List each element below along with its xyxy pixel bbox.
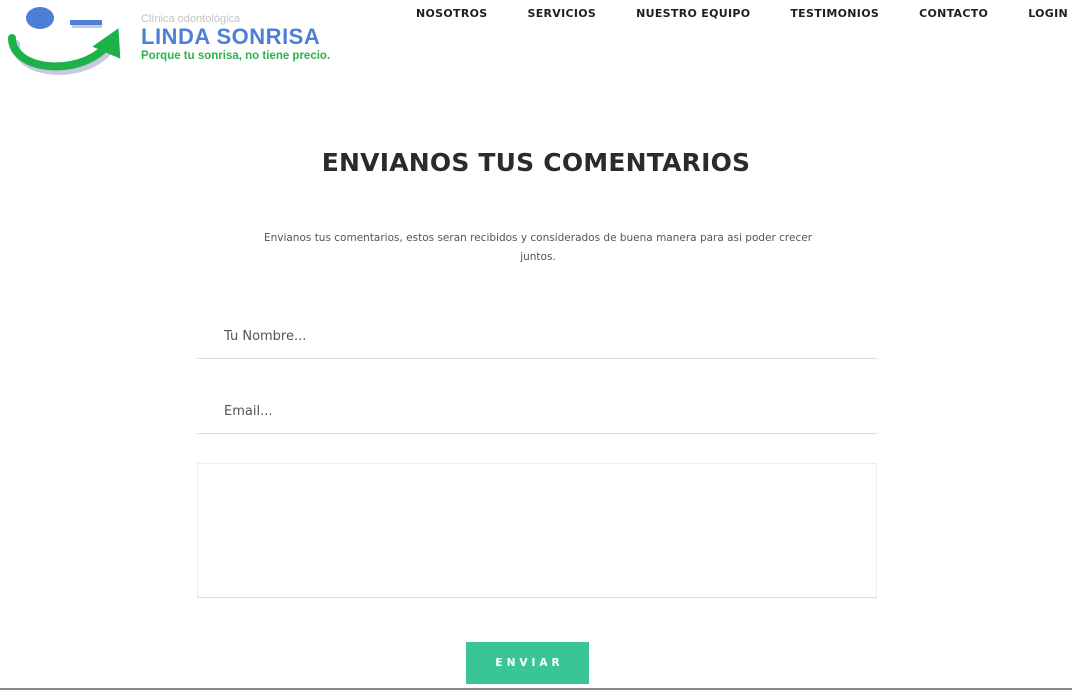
brand-logo[interactable]: Clínica odontológica LINDA SONRISA Porqu…: [6, 4, 366, 80]
nav-item-nuestro-equipo[interactable]: NUESTRO EQUIPO: [636, 7, 750, 20]
logo-arrow-icon: [8, 7, 121, 75]
submit-button[interactable]: ENVIAR: [466, 642, 589, 684]
nav-item-login[interactable]: LOGIN: [1028, 7, 1068, 20]
logo-name: LINDA SONRISA: [141, 24, 321, 49]
message-textarea[interactable]: [197, 463, 877, 598]
page-title: ENVIANOS TUS COMENTARIOS: [321, 148, 751, 177]
main-nav: NOSOTROS SERVICIOS NUESTRO EQUIPO TESTIM…: [416, 7, 1068, 20]
nav-item-servicios[interactable]: SERVICIOS: [527, 7, 596, 20]
nav-item-testimonios[interactable]: TESTIMONIOS: [790, 7, 879, 20]
name-input[interactable]: [197, 315, 877, 359]
logo-tagline: Porque tu sonrisa, no tiene precio.: [141, 50, 331, 62]
email-input[interactable]: [197, 390, 877, 434]
section-description: Envianos tus comentarios, estos seran re…: [263, 232, 813, 263]
nav-item-nosotros[interactable]: NOSOTROS: [416, 7, 487, 20]
nav-item-contacto[interactable]: CONTACTO: [919, 7, 988, 20]
